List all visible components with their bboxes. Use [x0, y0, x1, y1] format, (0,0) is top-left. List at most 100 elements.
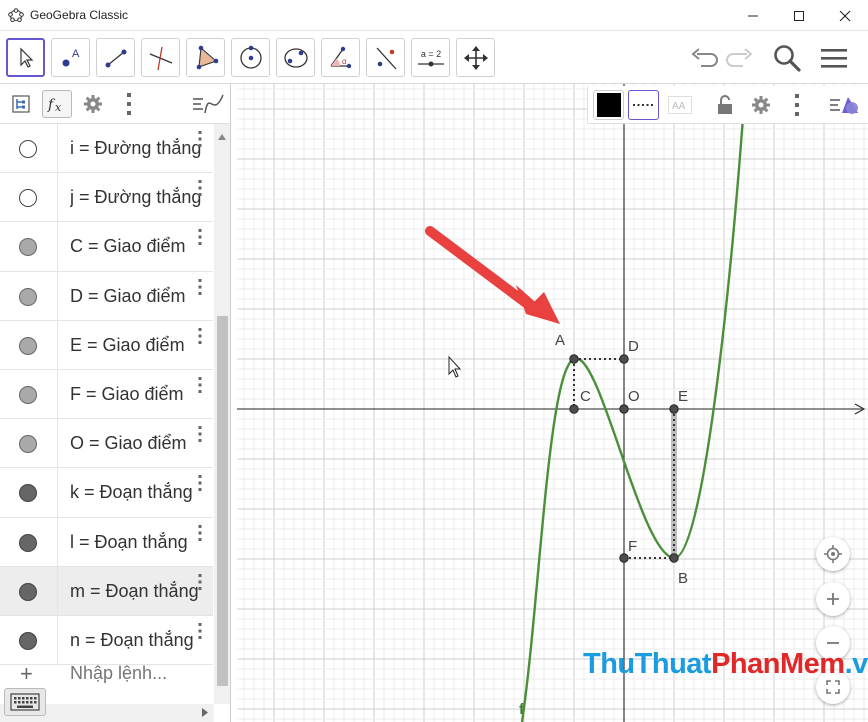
- point-b[interactable]: [669, 553, 679, 563]
- scroll-right-arrow-icon[interactable]: [202, 708, 208, 717]
- row-more-icon[interactable]: [197, 573, 203, 591]
- point-d[interactable]: [619, 354, 629, 364]
- point-e[interactable]: [669, 404, 679, 414]
- point-o[interactable]: [619, 404, 629, 414]
- sort-tree-button[interactable]: [6, 90, 36, 118]
- algebra-row[interactable]: j = Đường thẳng: [0, 173, 213, 223]
- visibility-toggle-icon[interactable]: [19, 385, 37, 404]
- move-graphics-view-tool-button[interactable]: [456, 38, 495, 77]
- slider-label: a = 2: [420, 49, 440, 59]
- algebra-definition[interactable]: E = Giao điểm: [70, 335, 210, 356]
- row-more-icon[interactable]: [197, 327, 203, 345]
- visibility-toggle-icon[interactable]: [19, 533, 37, 552]
- command-input[interactable]: [70, 663, 210, 684]
- graphics-settings-button[interactable]: [745, 90, 776, 120]
- algebra-definition[interactable]: l = Đoạn thẳng: [70, 532, 210, 553]
- axes: [237, 84, 866, 722]
- algebra-row[interactable]: l = Đoạn thẳng: [0, 517, 213, 567]
- minimize-button[interactable]: [730, 0, 776, 31]
- algebra-settings-button[interactable]: [78, 90, 108, 118]
- graphics-view[interactable]: f ABCDEFO: [237, 84, 868, 722]
- visibility-toggle-icon[interactable]: [19, 582, 37, 601]
- point-a[interactable]: [569, 354, 579, 364]
- visibility-toggle-icon[interactable]: [19, 140, 37, 158]
- algebra-row[interactable]: i = Đường thẳng: [0, 124, 213, 174]
- algebra-row[interactable]: k = Đoạn thẳng: [0, 468, 213, 518]
- visibility-toggle-icon[interactable]: [19, 238, 37, 257]
- virtual-keyboard-button[interactable]: [4, 688, 46, 716]
- circle-three-points-tool-button[interactable]: [276, 38, 315, 77]
- circle-center-point-tool-button[interactable]: [231, 38, 270, 77]
- label-style-button[interactable]: AA: [664, 90, 695, 120]
- algebra-description-button[interactable]: f x: [42, 90, 72, 118]
- row-more-icon[interactable]: [197, 278, 203, 296]
- point-label-b: B: [678, 570, 688, 587]
- point-c[interactable]: [569, 404, 579, 414]
- graphics-more-button[interactable]: [781, 90, 812, 120]
- algebra-definition[interactable]: n = Đoạn thẳng: [70, 630, 210, 651]
- shapes-style-icon: [830, 97, 858, 114]
- svg-text:α: α: [342, 57, 347, 66]
- row-more-icon[interactable]: [197, 474, 203, 492]
- algebra-definition[interactable]: i = Đường thẳng: [70, 138, 210, 159]
- point-label-d: D: [628, 338, 639, 355]
- algebra-more-button[interactable]: [114, 90, 144, 118]
- row-more-icon[interactable]: [197, 425, 203, 443]
- standard-view-button[interactable]: [816, 537, 850, 571]
- visibility-toggle-icon[interactable]: [19, 287, 37, 306]
- close-button[interactable]: [822, 0, 868, 31]
- move-tool-button[interactable]: [6, 38, 45, 77]
- point-f[interactable]: [619, 553, 629, 563]
- graphics-style-toggle-button[interactable]: [826, 90, 864, 120]
- polygon-tool-button[interactable]: [186, 38, 225, 77]
- slider-icon: a = 2: [417, 49, 444, 66]
- algebra-definition[interactable]: O = Giao điểm: [70, 433, 210, 454]
- algebra-row[interactable]: C = Giao điểm: [0, 222, 213, 272]
- row-more-icon[interactable]: [197, 228, 203, 246]
- color-button[interactable]: [593, 90, 624, 120]
- zoom-in-button[interactable]: [816, 582, 850, 616]
- reflect-tool-button[interactable]: [366, 38, 405, 77]
- algebra-style-button[interactable]: [190, 90, 226, 118]
- slider-tool-button[interactable]: a = 2: [411, 38, 450, 77]
- algebra-definition[interactable]: F = Giao điểm: [70, 384, 210, 405]
- scroll-up-arrow-icon[interactable]: [218, 134, 226, 140]
- visibility-toggle-icon[interactable]: [19, 484, 37, 503]
- algebra-definition[interactable]: D = Giao điểm: [70, 286, 210, 307]
- point-tool-button[interactable]: A: [51, 38, 90, 77]
- geogebra-logo-icon: [8, 8, 24, 23]
- visibility-toggle-icon[interactable]: [19, 189, 37, 208]
- row-more-icon[interactable]: [197, 524, 203, 542]
- line-tool-button[interactable]: [96, 38, 135, 77]
- grid: [237, 84, 868, 722]
- visibility-toggle-icon[interactable]: [19, 631, 37, 650]
- algebra-scroll-thumb[interactable]: [217, 316, 228, 686]
- maximize-button[interactable]: [776, 0, 822, 31]
- algebra-row[interactable]: F = Giao điểm: [0, 369, 213, 420]
- row-more-icon[interactable]: [197, 622, 203, 640]
- undo-button[interactable]: [686, 40, 722, 76]
- row-more-icon[interactable]: [197, 130, 203, 148]
- main-menu-button[interactable]: [816, 40, 852, 76]
- watermark-part-2: PhanMem: [711, 648, 845, 680]
- perpendicular-line-tool-button[interactable]: [141, 38, 180, 77]
- algebra-row[interactable]: O = Giao điểm: [0, 419, 213, 469]
- redo-button[interactable]: [722, 40, 758, 76]
- lock-button[interactable]: [709, 90, 740, 120]
- visibility-toggle-icon[interactable]: [19, 435, 37, 454]
- algebra-row[interactable]: m = Đoạn thẳng: [0, 566, 213, 616]
- move-arrows-icon: [463, 45, 488, 70]
- algebra-definition[interactable]: k = Đoạn thẳng: [70, 482, 210, 503]
- algebra-definition[interactable]: C = Giao điểm: [70, 236, 210, 257]
- search-button[interactable]: [769, 40, 805, 76]
- algebra-row[interactable]: E = Giao điểm: [0, 320, 213, 370]
- algebra-row[interactable]: D = Giao điểm: [0, 271, 213, 321]
- angle-tool-button[interactable]: α: [321, 38, 360, 77]
- algebra-definition[interactable]: j = Đường thẳng: [70, 187, 210, 208]
- add-icon[interactable]: +: [20, 661, 33, 687]
- row-more-icon[interactable]: [197, 376, 203, 394]
- visibility-toggle-icon[interactable]: [19, 336, 37, 355]
- algebra-definition[interactable]: m = Đoạn thẳng: [70, 581, 210, 602]
- line-style-button[interactable]: [628, 90, 659, 120]
- row-more-icon[interactable]: [197, 179, 203, 197]
